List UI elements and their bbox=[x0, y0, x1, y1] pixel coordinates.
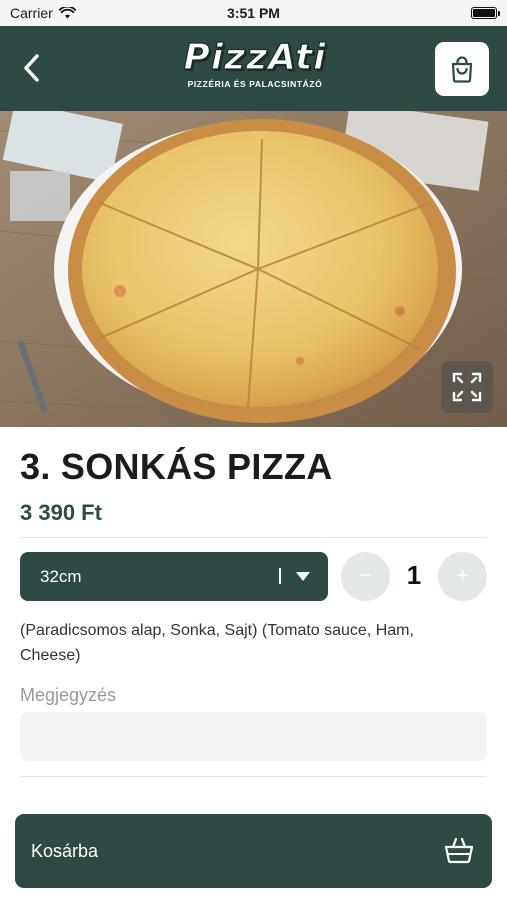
back-button[interactable] bbox=[14, 50, 50, 86]
add-to-cart-label: Kosárba bbox=[31, 841, 99, 861]
product-title: 3. SONKÁS PIZZA bbox=[20, 446, 333, 487]
size-dropdown[interactable]: 32cm bbox=[20, 552, 328, 601]
dropdown-separator bbox=[279, 568, 281, 584]
divider bbox=[20, 776, 487, 777]
chevron-down-icon bbox=[296, 572, 310, 581]
add-to-cart-button[interactable]: Kosárba bbox=[15, 814, 492, 888]
logo-title: PizzAti bbox=[183, 37, 327, 78]
shopping-bag-icon bbox=[451, 56, 473, 83]
product-image bbox=[0, 111, 507, 427]
logo-subtitle: PIZZÉRIA ÉS PALACSINTÁZÓ bbox=[187, 79, 323, 89]
size-selected-value: 32cm bbox=[40, 567, 82, 586]
pizza-photo bbox=[0, 111, 507, 427]
app-header: PizzAti PIZZÉRIA ÉS PALACSINTÁZÓ bbox=[0, 26, 507, 111]
fullscreen-button[interactable] bbox=[441, 361, 493, 413]
basket-icon bbox=[444, 837, 474, 864]
battery-icon bbox=[471, 7, 500, 19]
status-bar: Carrier 3:51 PM bbox=[0, 0, 507, 26]
divider bbox=[20, 537, 487, 538]
note-label: Megjegyzés bbox=[20, 685, 117, 705]
quantity-decrease-button[interactable]: − bbox=[341, 552, 390, 601]
note-input[interactable] bbox=[20, 712, 487, 761]
quantity-increase-button[interactable]: + bbox=[438, 552, 487, 601]
expand-icon bbox=[452, 372, 482, 402]
product-description: (Paradicsomos alap, Sonka, Sajt) (Tomato… bbox=[20, 622, 414, 664]
chevron-left-icon bbox=[24, 54, 39, 82]
quantity-value: 1 bbox=[406, 560, 422, 590]
logo: PizzAti PIZZÉRIA ÉS PALACSINTÁZÓ bbox=[150, 37, 360, 98]
status-time: 3:51 PM bbox=[227, 5, 280, 21]
cart-button[interactable] bbox=[435, 42, 489, 96]
product-price: 3 390 Ft bbox=[20, 500, 102, 525]
